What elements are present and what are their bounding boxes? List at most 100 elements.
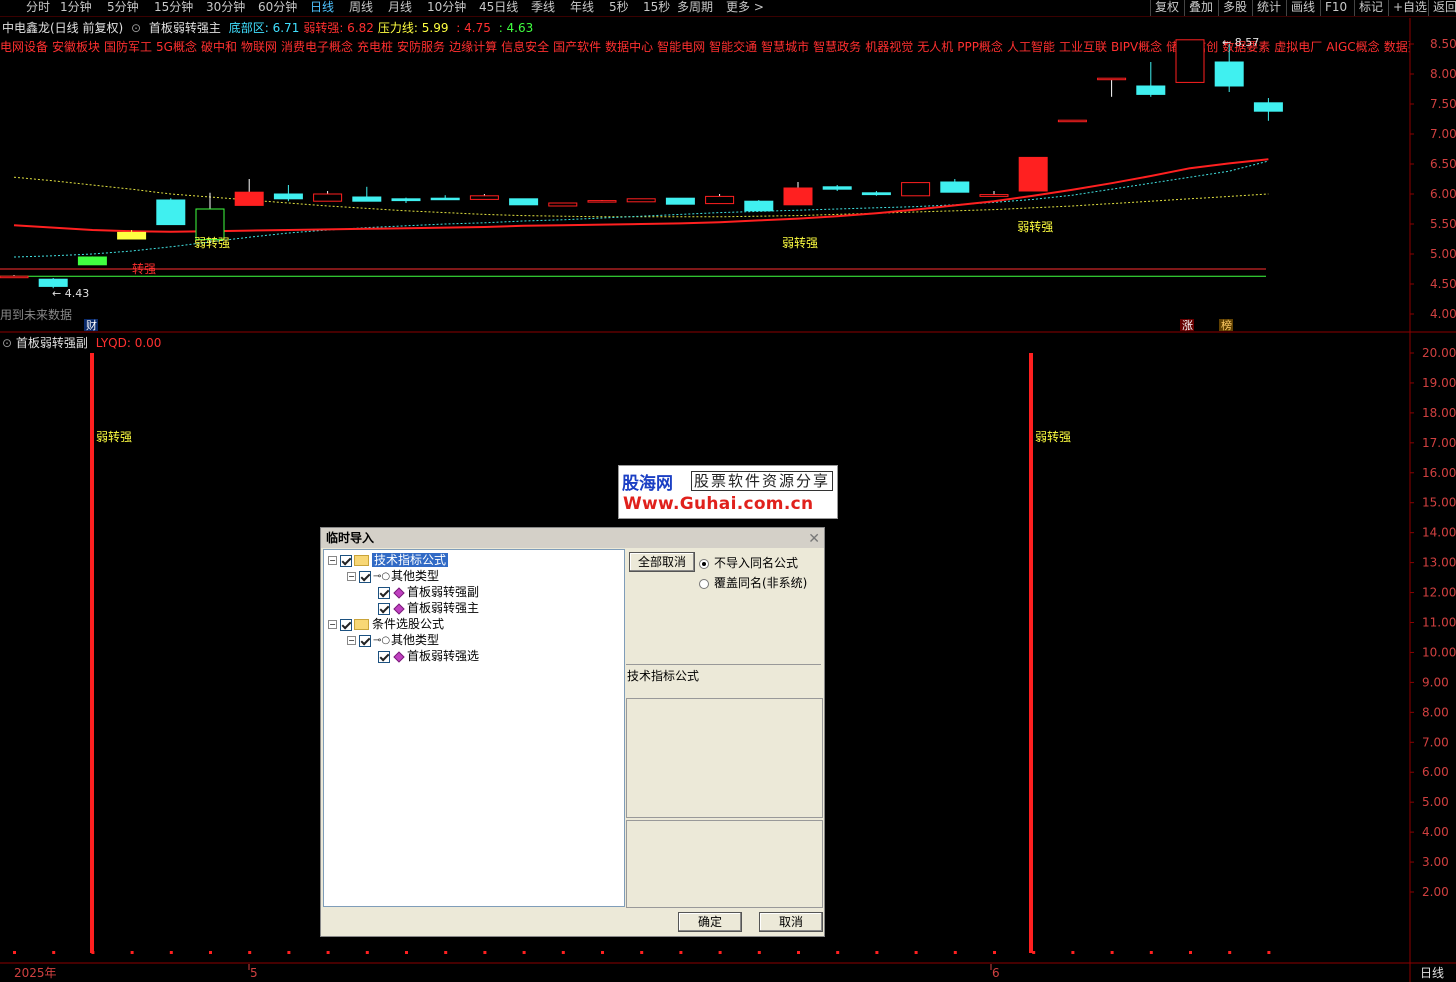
candle-body [509,198,539,206]
sub-zero-dot [91,951,95,954]
sub-zero-dot [1071,951,1075,954]
sub-zero-dot [326,951,330,954]
candle-body [156,199,186,226]
tree-node[interactable]: 首板弱转强选 [366,648,479,664]
price-tick-label: 4.50 [1430,277,1456,291]
month-5-label: 5 [250,966,258,980]
price-tick-label: 7.50 [1430,97,1456,111]
price-tick-label: 8.50 [1430,37,1456,51]
cancel-button[interactable]: 取消 [759,912,823,932]
candle-body [705,195,735,205]
candle-body [77,256,107,266]
formula-icon [393,586,405,599]
sub-zero-dot [169,951,173,954]
sub-zero-dot [757,951,761,954]
radio-no-import-label: 不导入同名公式 [714,556,799,570]
sub-zero-dot [1228,951,1232,954]
sub-signal-bar [90,353,94,953]
sub-zero-dot [52,951,56,954]
sub-zero-dot [993,951,996,954]
tree-node[interactable]: 首板弱转强副 [366,584,479,600]
sub-zero-dot [365,951,369,954]
sub-indicator-name[interactable]: 首板弱转强副 [16,336,88,350]
sub-indicator-value: LYQD: 0.00 [95,336,162,350]
sub-zero-dot [248,951,252,954]
candle-body [117,231,147,240]
sub-tick-label: 8.00 [1422,705,1449,719]
month-6-label: 6 [992,966,1000,980]
candle-body [1175,39,1205,83]
radio-no-import[interactable]: 不导入同名公式 [699,554,798,571]
candle-body [626,198,656,203]
tree-node[interactable]: − 技术指标公式 [328,552,449,568]
formula-tree[interactable]: − 技术指标公式 − ⊸○其他类型 首板弱转强副 首板弱转强主 − 条件选股公式 − ⊸○其他类型… [323,549,625,907]
year-label: 2025年 [14,966,57,980]
list-marker: 榜 [1221,318,1232,332]
sub-tick-label: 3.00 [1422,855,1449,869]
sub-tick-label: 16.00 [1422,466,1456,480]
key-icon: ⊸○ [373,570,391,582]
period-label: 日线 [1420,966,1444,980]
price-tick-label: 6.50 [1430,157,1456,171]
sub-tick-label: 10.00 [1422,645,1456,659]
signal-label-turn-strong: 转强 [132,261,156,276]
tree-node-label: 首板弱转强主 [407,601,480,615]
checkbox-checked-icon[interactable] [359,570,371,583]
tree-node[interactable]: 首板弱转强主 [366,600,479,616]
checkbox-checked-icon[interactable] [378,650,390,663]
signal-label-weak-to-strong: 弱转强 [194,235,230,250]
candle-body [744,200,774,212]
checkbox-checked-icon[interactable] [378,586,390,599]
sub-zero-dot [679,951,683,954]
candle-body [0,275,29,279]
sub-indicator-dropdown-icon[interactable]: ⊙ [2,336,12,350]
ok-button[interactable]: 确定 [678,912,742,932]
candle-body [313,193,343,202]
sub-signal-label: 弱转强 [1035,429,1071,444]
dialog-title: 临时导入 [326,531,375,545]
checkbox-checked-icon[interactable] [378,602,390,615]
checkbox-checked-icon[interactable] [359,634,371,647]
checkbox-checked-icon[interactable] [340,618,352,631]
tree-node[interactable]: − ⊸○其他类型 [347,568,439,584]
candle-body [901,182,931,197]
sub-tick-label: 4.00 [1422,825,1449,839]
candle-body [1057,119,1087,123]
price-tick-label: 5.50 [1430,217,1456,231]
description-header: 技术指标公式 [626,664,821,696]
collapse-icon[interactable]: − [347,572,356,581]
candle-body [1214,61,1244,87]
sub-zero-dot [561,951,565,954]
sub-tick-label: 18.00 [1422,406,1456,420]
sub-zero-dot [875,951,879,954]
dialog-titlebar[interactable]: 临时导入 ✕ [321,528,824,548]
collapse-icon[interactable]: − [347,636,356,645]
tree-node[interactable]: − 条件选股公式 [328,616,444,632]
close-icon[interactable]: ✕ [808,529,820,549]
tree-node[interactable]: − ⊸○其他类型 [347,632,439,648]
sub-zero-dot [522,951,526,954]
candle-body [979,194,1009,197]
sub-zero-dot [287,951,291,954]
sub-zero-dot [130,951,134,954]
sub-zero-dot [483,951,487,954]
radio-unselected-icon [699,578,709,589]
collapse-icon[interactable]: − [328,620,337,629]
sub-tick-label: 19.00 [1422,376,1456,390]
checkbox-checked-icon[interactable] [340,554,352,567]
sub-tick-label: 14.00 [1422,526,1456,540]
cancel-all-button[interactable]: 全部取消 [629,552,695,572]
candle-body [469,195,499,200]
candle-body [587,200,617,203]
tree-node-label: 其他类型 [391,569,440,583]
folder-icon [354,619,369,630]
radio-overwrite[interactable]: 覆盖同名(非系统) [699,574,807,591]
candle-body [783,187,813,206]
sub-tick-label: 9.00 [1422,675,1449,689]
sub-tick-label: 17.00 [1422,436,1456,450]
tree-node-label: 条件选股公式 [372,617,445,631]
radio-selected-icon [699,558,709,569]
price-tick-label: 4.00 [1430,307,1456,321]
sub-zero-dot [1189,951,1192,954]
collapse-icon[interactable]: − [328,556,337,565]
